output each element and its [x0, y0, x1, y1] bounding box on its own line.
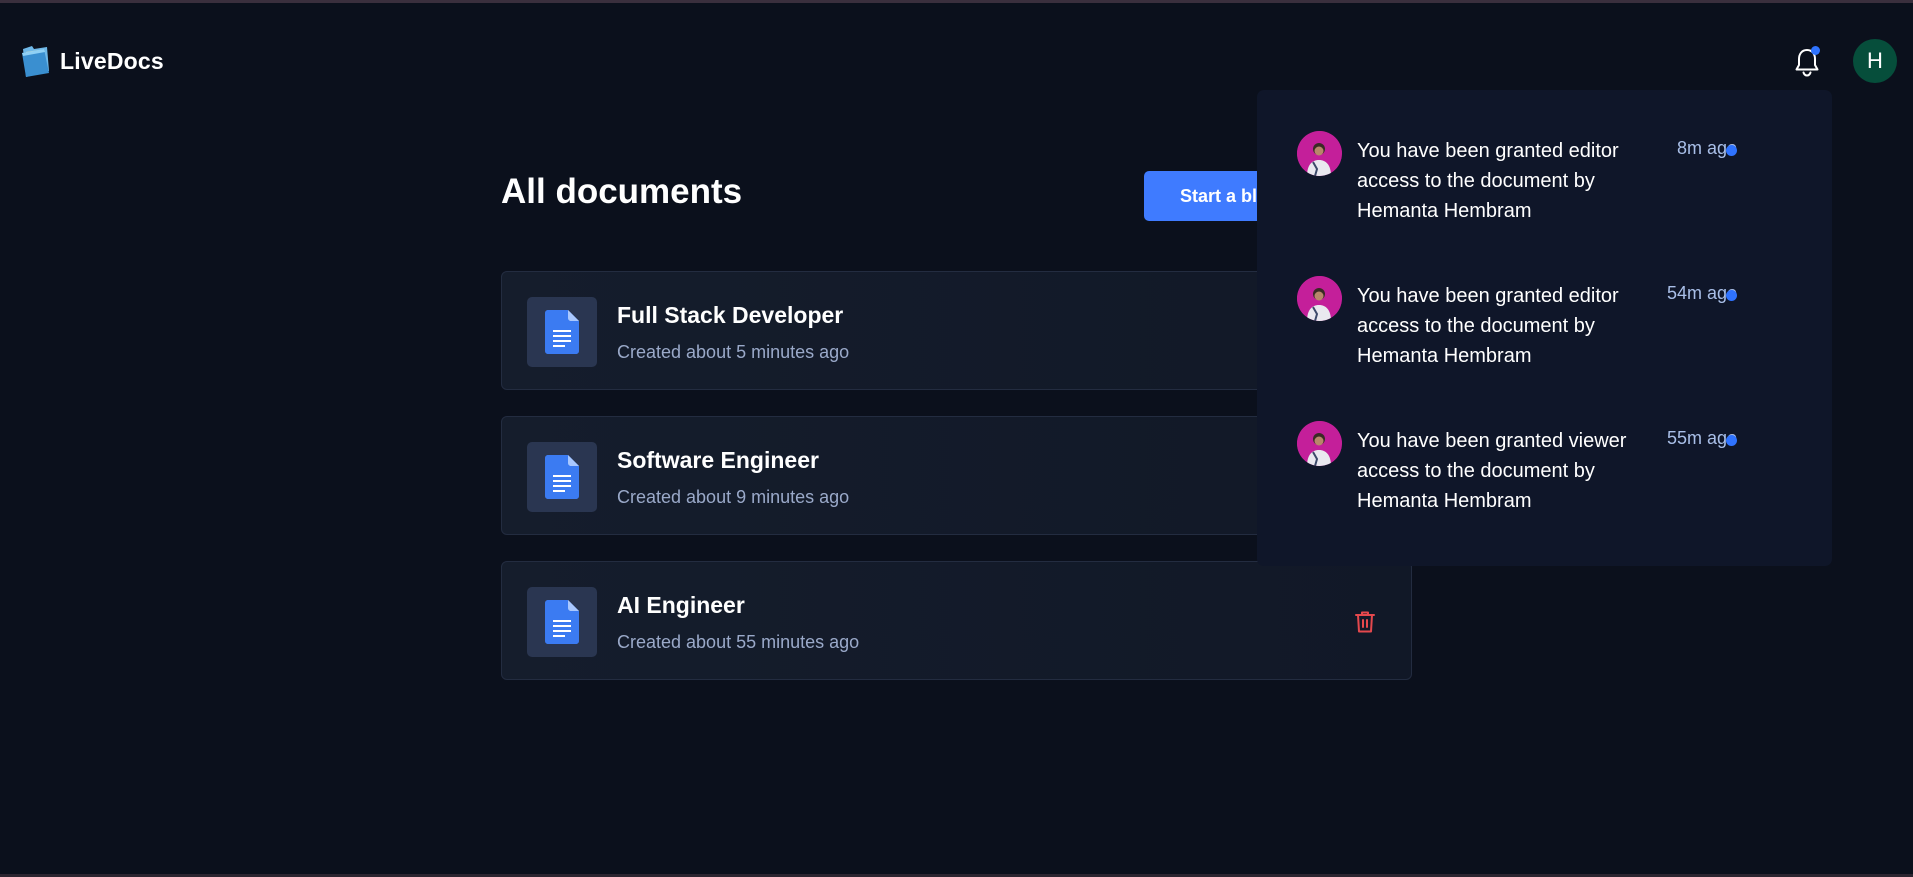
document-title: Full Stack Developer — [617, 302, 844, 328]
sender-avatar — [1297, 276, 1342, 321]
document-created-time: Created about 55 minutes ago — [617, 632, 860, 652]
unread-indicator — [1811, 46, 1820, 55]
unread-dot — [1726, 435, 1737, 446]
delete-document-button[interactable] — [1354, 610, 1376, 634]
trash-icon — [1355, 611, 1375, 633]
notification-item[interactable]: You have been granted editor access to t… — [1297, 276, 1797, 396]
user-avatar[interactable]: H — [1853, 39, 1897, 83]
user-photo-icon — [1297, 276, 1342, 321]
notifications-button[interactable] — [1792, 46, 1822, 78]
document-icon — [545, 600, 579, 644]
document-title: AI Engineer — [617, 592, 745, 618]
notification-message: You have been granted viewer access to t… — [1357, 430, 1627, 512]
app-logo[interactable]: LiveDocs — [20, 43, 164, 79]
sender-avatar — [1297, 421, 1342, 466]
document-icon — [545, 310, 579, 354]
folder-logo-icon — [22, 46, 49, 77]
page-title: All documents — [501, 172, 743, 211]
notification-item[interactable]: You have been granted viewer access to t… — [1297, 421, 1797, 541]
sender-avatar — [1297, 131, 1342, 176]
user-photo-icon — [1297, 421, 1342, 466]
unread-dot — [1726, 145, 1737, 156]
document-created-time: Created about 9 minutes ago — [617, 487, 850, 507]
document-icon — [545, 455, 579, 499]
document-thumbnail — [527, 442, 597, 512]
notification-item[interactable]: You have been granted editor access to t… — [1297, 131, 1797, 251]
app-name: LiveDocs — [60, 47, 164, 74]
document-thumbnail — [527, 297, 597, 367]
document-card[interactable]: AI Engineer Created about 55 minutes ago — [501, 561, 1412, 680]
avatar-initial: H — [1867, 48, 1883, 73]
notifications-dropdown: You have been granted editor access to t… — [1257, 90, 1832, 566]
user-photo-icon — [1297, 131, 1342, 176]
notification-message: You have been granted editor access to t… — [1357, 285, 1619, 367]
document-created-time: Created about 5 minutes ago — [617, 342, 850, 362]
document-thumbnail — [527, 587, 597, 657]
document-title: Software Engineer — [617, 447, 819, 473]
unread-dot — [1726, 290, 1737, 301]
notification-message: You have been granted editor access to t… — [1357, 140, 1619, 222]
